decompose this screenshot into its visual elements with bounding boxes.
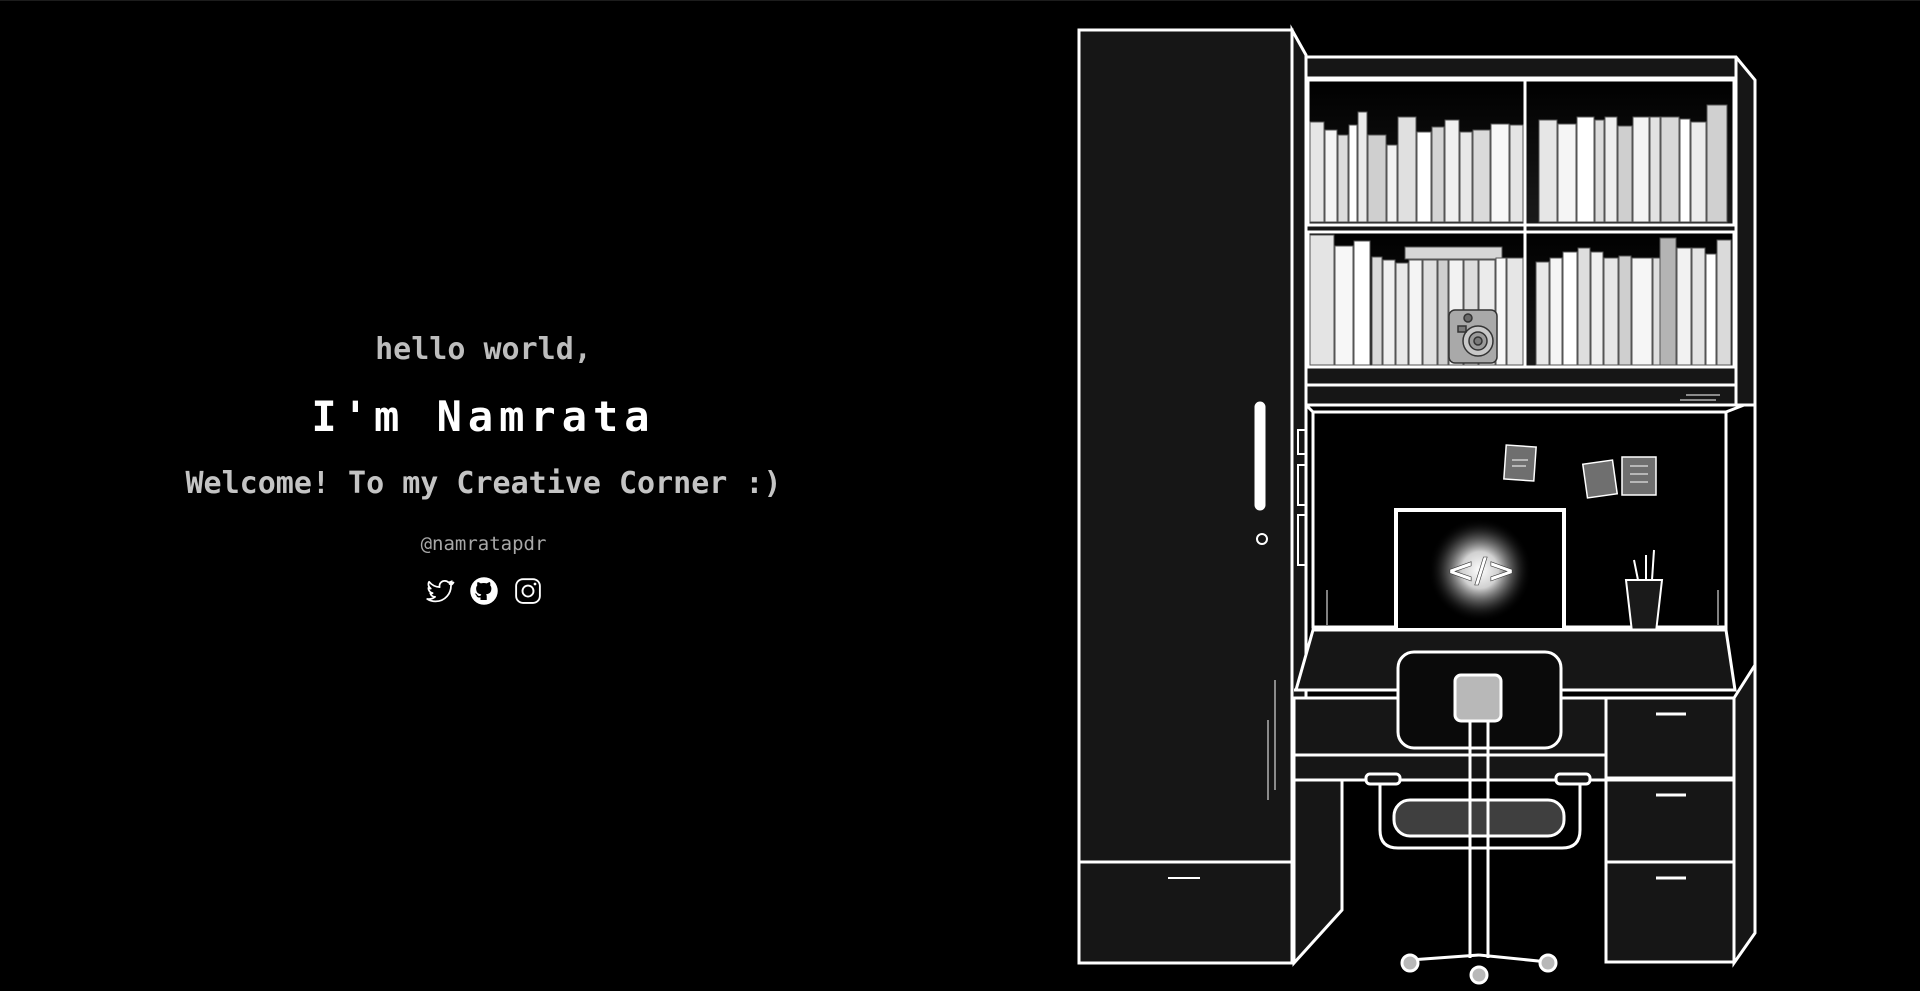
instagram-link[interactable] — [513, 576, 543, 606]
name-heading: I'm Namrata — [311, 392, 656, 441]
camera-icon — [1448, 309, 1498, 364]
twitter-link[interactable] — [425, 576, 455, 606]
twitter-icon — [425, 579, 454, 603]
workspace-illustration: </> — [1077, 24, 1757, 985]
page: hello world, I'm Namrata Welcome! To my … — [0, 0, 1920, 991]
github-link[interactable] — [469, 576, 499, 606]
wardrobe — [1077, 24, 1308, 965]
social-links — [0, 576, 967, 606]
intro-section: hello world, I'm Namrata Welcome! To my … — [0, 300, 967, 606]
github-icon — [469, 577, 498, 605]
handle-text: @namratapdr — [420, 533, 547, 555]
desk-chair — [1364, 650, 1592, 985]
code-glyph: </> — [1446, 551, 1515, 591]
welcome-tagline: Welcome! To my Creative Corner :) — [185, 466, 782, 501]
greeting-text: hello world, — [375, 332, 592, 367]
instagram-icon — [514, 578, 541, 604]
